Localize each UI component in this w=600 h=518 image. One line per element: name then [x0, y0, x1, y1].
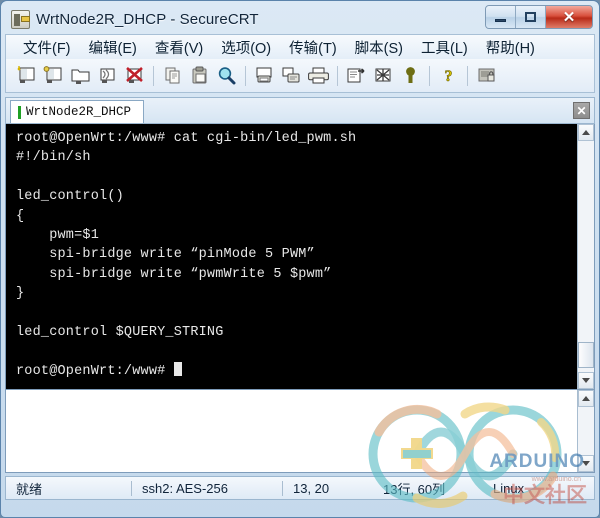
window-title: WrtNode2R_DHCP - SecureCRT [36, 10, 259, 28]
tab-close-button[interactable]: ✕ [573, 102, 590, 119]
terminal-line: { [16, 208, 25, 224]
paste-icon[interactable] [187, 63, 212, 88]
terminal-cursor [173, 361, 182, 376]
terminal-line: spi-bridge write “pwmWrite 5 $pwm” [16, 266, 332, 282]
menu-edit[interactable]: 编辑(E) [80, 35, 146, 60]
tab-bar: WrtNode2R_DHCP ✕ [5, 97, 595, 124]
terminal-line: pwm=$1 [16, 228, 100, 244]
terminal-prompt: root@OpenWrt:/www# [16, 363, 174, 379]
status-ready: 就绪 [16, 481, 43, 497]
terminal-scrollbar[interactable] [577, 124, 594, 389]
session-options-icon[interactable] [344, 63, 369, 88]
log-session-icon[interactable] [279, 63, 304, 88]
terminal-line: spi-bridge write “pinMode 5 PWM” [16, 247, 315, 263]
menu-options[interactable]: 选项(O) [212, 35, 280, 60]
menu-bar: 文件(F) 编辑(E) 查看(V) 选项(O) 传输(T) 脚本(S) 工具(L… [5, 34, 595, 59]
tab-connected-indicator [18, 105, 21, 119]
lower-scroll-up-button[interactable] [578, 390, 594, 407]
status-encryption: ssh2: AES-256 [142, 480, 228, 496]
global-options-icon[interactable] [371, 63, 396, 88]
toolbar-separator-2 [245, 65, 246, 86]
terminal-output[interactable]: root@OpenWrt:/www# cat cgi-bin/led_pwm.s… [6, 124, 577, 389]
terminal-scroll-track[interactable] [578, 141, 594, 372]
find-icon[interactable] [214, 63, 239, 88]
scroll-up-button[interactable] [578, 124, 594, 141]
menu-file[interactable]: 文件(F) [14, 35, 80, 60]
svg-text:?: ? [445, 68, 453, 85]
lock-screen-icon[interactable] [474, 63, 499, 88]
securecrt-icon [11, 9, 30, 29]
clone-session-icon[interactable] [41, 63, 66, 88]
menu-transfer[interactable]: 传输(T) [280, 35, 346, 60]
terminal-area: root@OpenWrt:/www# cat cgi-bin/led_pwm.s… [5, 124, 595, 390]
menu-view[interactable]: 查看(V) [146, 35, 212, 60]
window-controls: ✕ [485, 5, 593, 29]
key-icon[interactable] [398, 63, 423, 88]
close-icon: ✕ [562, 8, 576, 26]
copy-icon[interactable] [160, 63, 185, 88]
terminal-line: root@OpenWrt:/www# cat cgi-bin/led_pwm.s… [16, 131, 357, 146]
lower-scroll-down-button[interactable] [578, 455, 594, 472]
title-bar: WrtNode2R_DHCP - SecureCRT ✕ [5, 4, 595, 34]
menu-script[interactable]: 脚本(S) [346, 35, 412, 60]
minimize-button[interactable] [486, 6, 516, 28]
quick-connect-icon[interactable] [95, 63, 120, 88]
toolbar-separator-3 [337, 65, 338, 86]
terminal-line: } [16, 286, 25, 302]
disconnect-icon[interactable] [122, 63, 147, 88]
print-screen-icon[interactable] [252, 63, 277, 88]
scroll-down-button[interactable] [578, 372, 594, 389]
terminal-line: #!/bin/sh [16, 150, 91, 166]
menu-tools[interactable]: 工具(L) [412, 35, 477, 60]
lower-pane-area [5, 390, 595, 473]
lower-pane-scrollbar[interactable] [577, 390, 594, 472]
terminal-prompt-line: root@OpenWrt:/www# [16, 361, 577, 381]
print-icon[interactable] [306, 63, 331, 88]
toolbar-separator-5 [467, 65, 468, 86]
lower-scroll-track[interactable] [578, 407, 594, 455]
lower-pane[interactable] [6, 390, 577, 472]
securecrt-window: WrtNode2R_DHCP - SecureCRT ✕ 文件(F) 编辑(E)… [0, 0, 600, 518]
menu-help[interactable]: 帮助(H) [477, 35, 544, 60]
terminal-line: led_control() [16, 189, 124, 205]
toolbar-separator-4 [429, 65, 430, 86]
status-cursor-position: 13, 20 [293, 480, 330, 496]
help-icon[interactable]: ? [436, 63, 461, 88]
toolbar-separator-1 [153, 65, 154, 86]
maximize-icon [525, 12, 536, 22]
chevron-down-icon [582, 378, 590, 383]
terminal-line: led_control $QUERY_STRING [16, 325, 224, 341]
toolbar: ? [5, 59, 595, 93]
status-emulation: Linux [493, 480, 525, 496]
terminal-scroll-thumb[interactable] [578, 342, 594, 368]
minimize-icon [495, 18, 506, 22]
tab-wrtnode2r-dhcp[interactable]: WrtNode2R_DHCP [10, 100, 145, 123]
status-screen-size: 13行, 60列 [383, 481, 446, 497]
chevron-down-icon [582, 461, 590, 466]
maximize-button[interactable] [516, 6, 546, 28]
chevron-up-icon [582, 396, 590, 401]
status-bar: 就绪 ssh2: AES-256 13, 20 13行, 60列 Linux [5, 476, 595, 500]
new-session-icon[interactable] [14, 63, 39, 88]
open-folder-icon[interactable] [68, 63, 93, 88]
close-button[interactable]: ✕ [546, 6, 592, 28]
tab-label: WrtNode2R_DHCP [26, 105, 132, 119]
chevron-up-icon [582, 130, 590, 135]
